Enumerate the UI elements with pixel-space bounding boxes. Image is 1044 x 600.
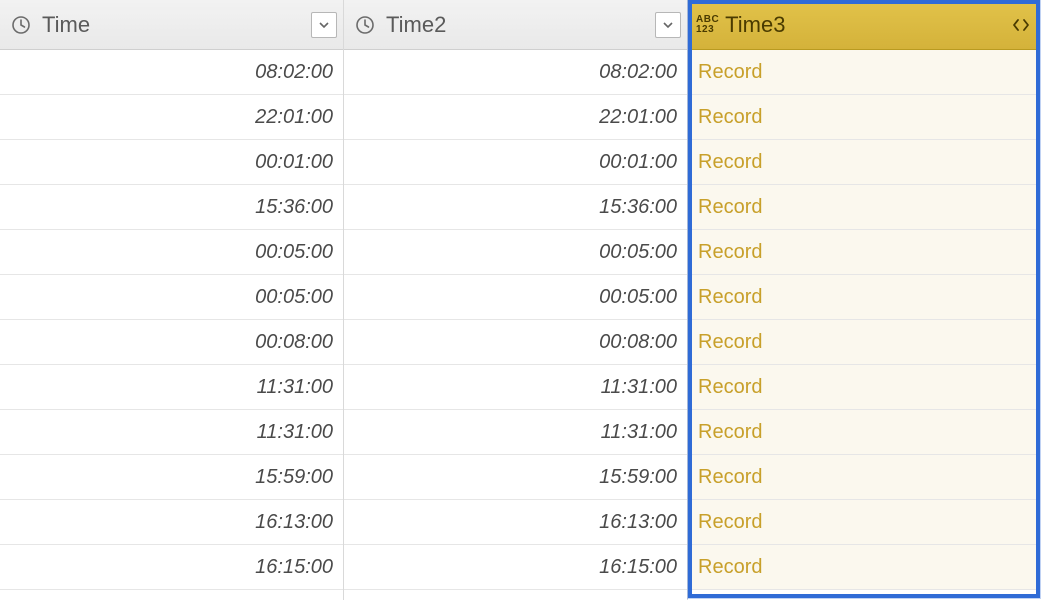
- cell-time[interactable]: 00:05:00: [0, 230, 343, 275]
- cell-record[interactable]: Record: [688, 545, 1040, 590]
- cell-time[interactable]: 00:05:00: [344, 275, 687, 320]
- clock-icon: [8, 12, 34, 38]
- cell-time[interactable]: 00:08:00: [344, 320, 687, 365]
- column-header-time2[interactable]: Time2: [344, 0, 687, 50]
- clock-icon: [352, 12, 378, 38]
- cell-time[interactable]: 15:36:00: [0, 185, 343, 230]
- column-label: Time2: [386, 12, 655, 38]
- type-badge-line1: ABC: [696, 15, 719, 25]
- cell-record[interactable]: Record: [688, 320, 1040, 365]
- column-label: Time: [42, 12, 311, 38]
- cell-record[interactable]: Record: [688, 455, 1040, 500]
- cell-time[interactable]: 11:31:00: [0, 410, 343, 455]
- cell-time[interactable]: 22:01:00: [0, 95, 343, 140]
- expand-column-icon[interactable]: [1008, 12, 1034, 38]
- cell-time[interactable]: 11:31:00: [344, 365, 687, 410]
- cell-time[interactable]: 15:36:00: [344, 185, 687, 230]
- column-time: Time 08:02:00 22:01:00 00:01:00 15:36:00…: [0, 0, 344, 600]
- column-time3: ABC 123 Time3 Record Record Record Recor…: [688, 0, 1040, 600]
- type-badge-line2: 123: [696, 25, 719, 35]
- column-header-time3[interactable]: ABC 123 Time3: [688, 0, 1040, 50]
- cell-time[interactable]: 11:31:00: [344, 410, 687, 455]
- column-cells: 08:02:00 22:01:00 00:01:00 15:36:00 00:0…: [344, 50, 687, 590]
- cell-time[interactable]: 00:05:00: [0, 275, 343, 320]
- cell-time[interactable]: 08:02:00: [0, 50, 343, 95]
- cell-time[interactable]: 16:15:00: [0, 545, 343, 590]
- cell-time[interactable]: 08:02:00: [344, 50, 687, 95]
- column-filter-dropdown[interactable]: [311, 12, 337, 38]
- cell-time[interactable]: 00:01:00: [344, 140, 687, 185]
- data-preview-grid: Time 08:02:00 22:01:00 00:01:00 15:36:00…: [0, 0, 1044, 600]
- cell-time[interactable]: 16:15:00: [344, 545, 687, 590]
- column-time2: Time2 08:02:00 22:01:00 00:01:00 15:36:0…: [344, 0, 688, 600]
- column-label: Time3: [725, 12, 1008, 38]
- cell-record[interactable]: Record: [688, 140, 1040, 185]
- any-type-icon: ABC 123: [696, 15, 719, 35]
- cell-record[interactable]: Record: [688, 95, 1040, 140]
- cell-time[interactable]: 15:59:00: [344, 455, 687, 500]
- cell-record[interactable]: Record: [688, 185, 1040, 230]
- column-header-time[interactable]: Time: [0, 0, 343, 50]
- column-cells: 08:02:00 22:01:00 00:01:00 15:36:00 00:0…: [0, 50, 343, 590]
- cell-time[interactable]: 15:59:00: [0, 455, 343, 500]
- cell-record[interactable]: Record: [688, 230, 1040, 275]
- column-filter-dropdown[interactable]: [655, 12, 681, 38]
- cell-time[interactable]: 11:31:00: [0, 365, 343, 410]
- cell-time[interactable]: 00:08:00: [0, 320, 343, 365]
- cell-record[interactable]: Record: [688, 365, 1040, 410]
- cell-time[interactable]: 22:01:00: [344, 95, 687, 140]
- column-cells: Record Record Record Record Record Recor…: [688, 50, 1040, 590]
- cell-record[interactable]: Record: [688, 410, 1040, 455]
- cell-time[interactable]: 00:05:00: [344, 230, 687, 275]
- cell-record[interactable]: Record: [688, 50, 1040, 95]
- cell-time[interactable]: 00:01:00: [0, 140, 343, 185]
- cell-time[interactable]: 16:13:00: [0, 500, 343, 545]
- cell-record[interactable]: Record: [688, 275, 1040, 320]
- cell-record[interactable]: Record: [688, 500, 1040, 545]
- cell-time[interactable]: 16:13:00: [344, 500, 687, 545]
